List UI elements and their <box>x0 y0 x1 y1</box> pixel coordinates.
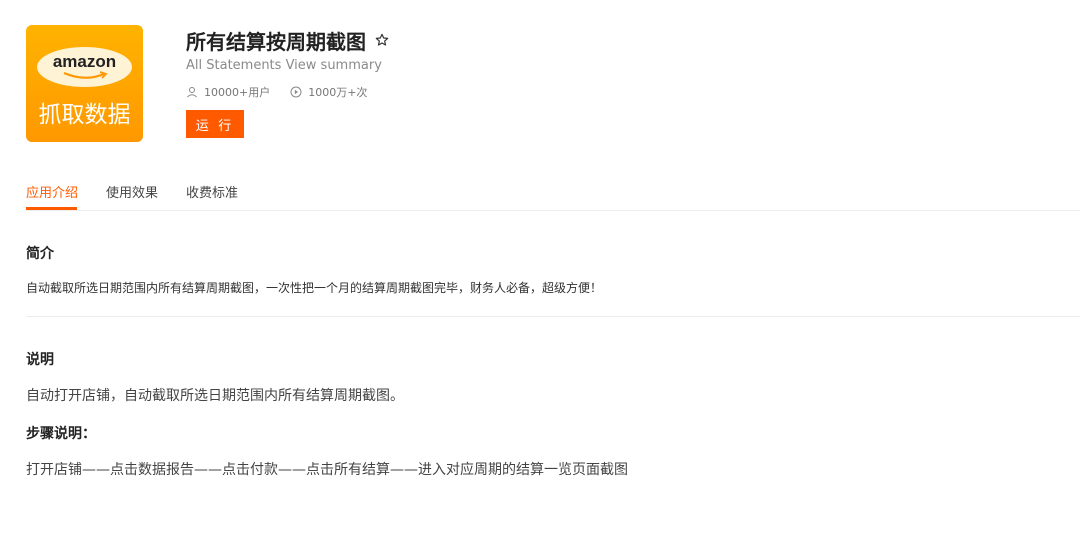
app-title: 所有结算按周期截图 <box>186 29 366 54</box>
user-icon <box>187 87 197 98</box>
section-divider <box>26 316 1080 317</box>
title-row: 所有结算按周期截图 <box>186 25 986 55</box>
app-info: 所有结算按周期截图 All Statements View summary 10… <box>186 25 986 138</box>
logo-caption: 抓取数据 <box>38 102 131 128</box>
description-text: 自动打开店铺，自动截取所选日期范围内所有结算周期截图。 <box>26 388 404 404</box>
steps-text: 打开店铺——点击数据报告——点击付款——点击所有结算——进入对应周期的结算一览页… <box>26 462 628 478</box>
app-subtitle: All Statements View summary <box>186 58 382 73</box>
tab-app-intro[interactable]: 应用介绍 <box>26 182 78 201</box>
intro-heading: 简介 <box>26 246 54 262</box>
intro-text: 自动截取所选日期范围内所有结算周期截图，一次性把一个月的结算周期截图完毕，财务人… <box>26 281 603 295</box>
users-stat: 10000+用户 <box>186 84 270 100</box>
app-logo: amazon 抓取数据 <box>26 25 143 142</box>
amazon-smile-icon <box>63 71 108 79</box>
app-stats: 10000+用户 1000万+次 <box>186 85 986 99</box>
app-header: amazon 抓取数据 所有结算按周期截图 All Statements Vie… <box>26 25 1066 145</box>
logo-brand-text: amazon <box>52 52 117 71</box>
description-heading: 说明 <box>26 352 54 368</box>
runs-count: 1000万+次 <box>308 86 368 99</box>
steps-heading: 步骤说明： <box>26 426 96 442</box>
runs-stat: 1000万+次 <box>290 84 367 100</box>
run-button[interactable]: 运 行 <box>186 110 244 138</box>
tab-usage-effect[interactable]: 使用效果 <box>106 182 158 201</box>
play-circle-icon <box>290 86 302 98</box>
tab-pricing[interactable]: 收费标准 <box>186 182 238 201</box>
star-outline-icon[interactable] <box>374 32 390 48</box>
tab-bar: 应用介绍 使用效果 收费标准 <box>26 175 1080 211</box>
active-tab-indicator <box>26 207 77 210</box>
users-count: 10000+用户 <box>204 86 271 99</box>
